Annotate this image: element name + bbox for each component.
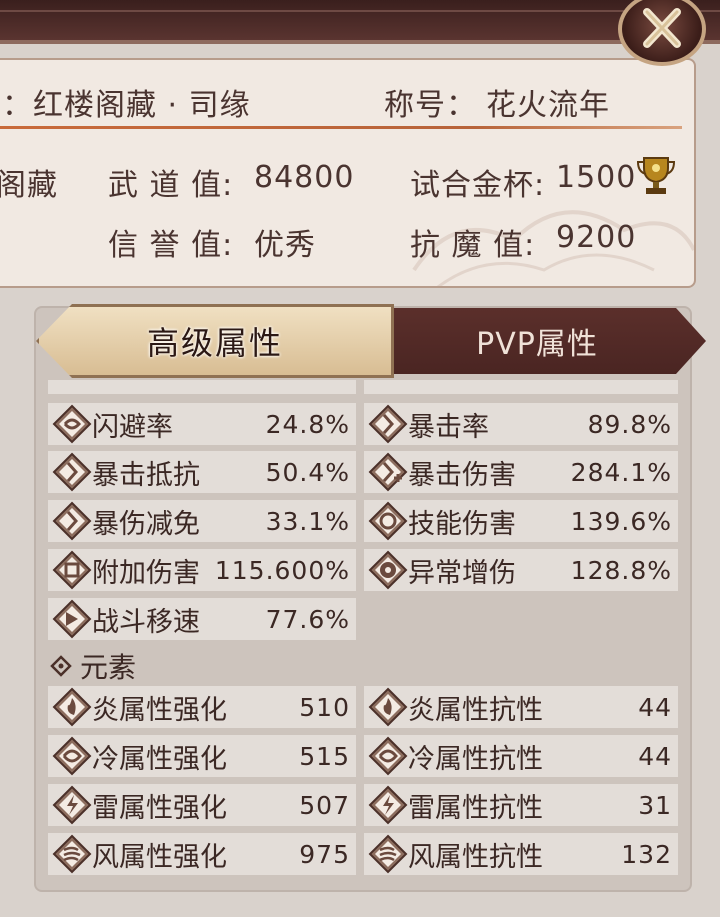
stat-value: 77.6% xyxy=(265,604,350,634)
crit-dmg-reduce-icon xyxy=(52,501,92,541)
stat-name: 技能伤害 xyxy=(408,508,516,540)
stat-row-abnormal-damage: 异常增伤 128.8% xyxy=(364,549,678,591)
honor-value: 优秀 xyxy=(254,228,316,263)
element-name: 炎属性强化 xyxy=(92,694,227,726)
stat-name: 暴击伤害 xyxy=(408,459,516,491)
trial-cup-label: 试合金杯: xyxy=(410,168,546,203)
cold-resist-icon xyxy=(368,736,408,776)
stat-name: 战斗移速 xyxy=(92,606,200,638)
element-res-row-fire: 炎属性抗性 44 xyxy=(364,686,678,728)
abnormal-damage-icon xyxy=(368,550,408,590)
stat-name: 附加伤害 xyxy=(92,557,200,589)
wind-icon xyxy=(52,834,92,874)
stat-row-move-speed: 战斗移速 77.6% xyxy=(48,598,356,640)
trial-cup-value: 1500 xyxy=(556,160,637,195)
tab-advanced-label: 高级属性 xyxy=(146,324,283,362)
martial-value: 84800 xyxy=(254,160,355,195)
stat-row-skill-damage: 技能伤害 139.6% xyxy=(364,500,678,542)
title-value: 花火流年 xyxy=(486,88,610,123)
thunder-resist-icon xyxy=(368,785,408,825)
element-res-value: 31 xyxy=(638,790,672,820)
skill-damage-icon xyxy=(368,501,408,541)
stat-value: 24.8% xyxy=(265,409,350,439)
element-name: 风属性强化 xyxy=(92,841,227,873)
tab-pvp[interactable]: PVP属性 xyxy=(368,308,706,374)
thunder-icon xyxy=(52,785,92,825)
element-value: 507 xyxy=(299,790,350,820)
elements-section-title: 元素 xyxy=(50,646,136,686)
element-res-value: 44 xyxy=(638,692,672,722)
scrolled-row-remnant xyxy=(48,380,678,394)
element-res-row-cold: 冷属性抗性 44 xyxy=(364,735,678,777)
fire-icon xyxy=(52,687,92,727)
player-info-panel: ：红楼阁藏 · 司缘 称号： 花火流年 阁藏 武 道 值: 84800 试合金杯… xyxy=(0,58,696,288)
element-res-value: 132 xyxy=(621,839,672,869)
elements-title-text: 元素 xyxy=(80,651,137,684)
crit-rate-icon xyxy=(368,404,408,444)
stat-row-dodge: 闪避率 24.8% xyxy=(48,403,356,445)
stat-name: 暴击率 xyxy=(408,411,489,443)
dodge-icon xyxy=(52,404,92,444)
stat-value: 128.8% xyxy=(570,555,672,585)
martial-label: 武 道 值: xyxy=(108,168,234,203)
crit-damage-icon xyxy=(368,452,408,492)
guild-name: 阁藏 xyxy=(0,168,58,203)
element-value: 510 xyxy=(299,692,350,722)
element-row-fire: 炎属性强化 510 xyxy=(48,686,356,728)
stat-name: 闪避率 xyxy=(92,411,173,443)
element-res-name: 雷属性抗性 xyxy=(408,792,543,824)
stat-row-crit-resist: 暴击抵抗 50.4% xyxy=(48,451,356,493)
diamond-bullet-icon xyxy=(50,655,72,677)
title-label: 称号： xyxy=(384,88,477,123)
element-value: 515 xyxy=(299,741,350,771)
element-res-name: 炎属性抗性 xyxy=(408,694,543,726)
tab-pvp-label: PVP属性 xyxy=(476,327,598,362)
divider xyxy=(0,126,682,129)
element-res-name: 冷属性抗性 xyxy=(408,743,543,775)
element-row-wind: 风属性强化 975 xyxy=(48,833,356,875)
stat-name: 暴伤减免 xyxy=(92,508,200,540)
stat-value: 115.600% xyxy=(214,555,350,585)
element-row-cold: 冷属性强化 515 xyxy=(48,735,356,777)
honor-label: 信 誉 值: xyxy=(108,228,234,263)
stat-name: 暴击抵抗 xyxy=(92,459,200,491)
demon-label: 抗 魔 值: xyxy=(410,228,536,263)
tab-advanced[interactable]: 高级属性 xyxy=(36,304,394,378)
stat-row-crit-damage: 暴击伤害 284.1% xyxy=(364,451,678,493)
stat-row-crit-dmg-reduce: 暴伤减免 33.1% xyxy=(48,500,356,542)
stat-value: 284.1% xyxy=(570,457,672,487)
stat-row-crit-rate: 暴击率 89.8% xyxy=(364,403,678,445)
fire-resist-icon xyxy=(368,687,408,727)
stat-value: 50.4% xyxy=(265,457,350,487)
crit-resist-icon xyxy=(52,452,92,492)
attribute-tabs: PVP属性 高级属性 xyxy=(30,304,710,380)
move-speed-icon xyxy=(52,599,92,639)
element-row-thunder: 雷属性强化 507 xyxy=(48,784,356,826)
player-name: ：红楼阁藏 · 司缘 xyxy=(2,88,251,123)
cold-icon xyxy=(52,736,92,776)
wind-resist-icon xyxy=(368,834,408,874)
element-name: 冷属性强化 xyxy=(92,743,227,775)
element-res-name: 风属性抗性 xyxy=(408,841,543,873)
stat-value: 139.6% xyxy=(570,506,672,536)
stat-row-extra-damage: 附加伤害 115.600% xyxy=(48,549,356,591)
close-icon xyxy=(643,8,681,48)
element-res-row-thunder: 雷属性抗性 31 xyxy=(364,784,678,826)
element-name: 雷属性强化 xyxy=(92,792,227,824)
demon-value: 9200 xyxy=(556,220,637,255)
element-res-value: 44 xyxy=(638,741,672,771)
close-button[interactable] xyxy=(618,0,706,66)
stat-value: 89.8% xyxy=(587,409,672,439)
trophy-icon xyxy=(636,157,676,194)
extra-damage-icon xyxy=(52,550,92,590)
stat-value: 33.1% xyxy=(265,506,350,536)
element-value: 975 xyxy=(299,839,350,869)
top-bar xyxy=(0,0,720,44)
stat-name: 异常增伤 xyxy=(408,557,516,589)
element-res-row-wind: 风属性抗性 132 xyxy=(364,833,678,875)
